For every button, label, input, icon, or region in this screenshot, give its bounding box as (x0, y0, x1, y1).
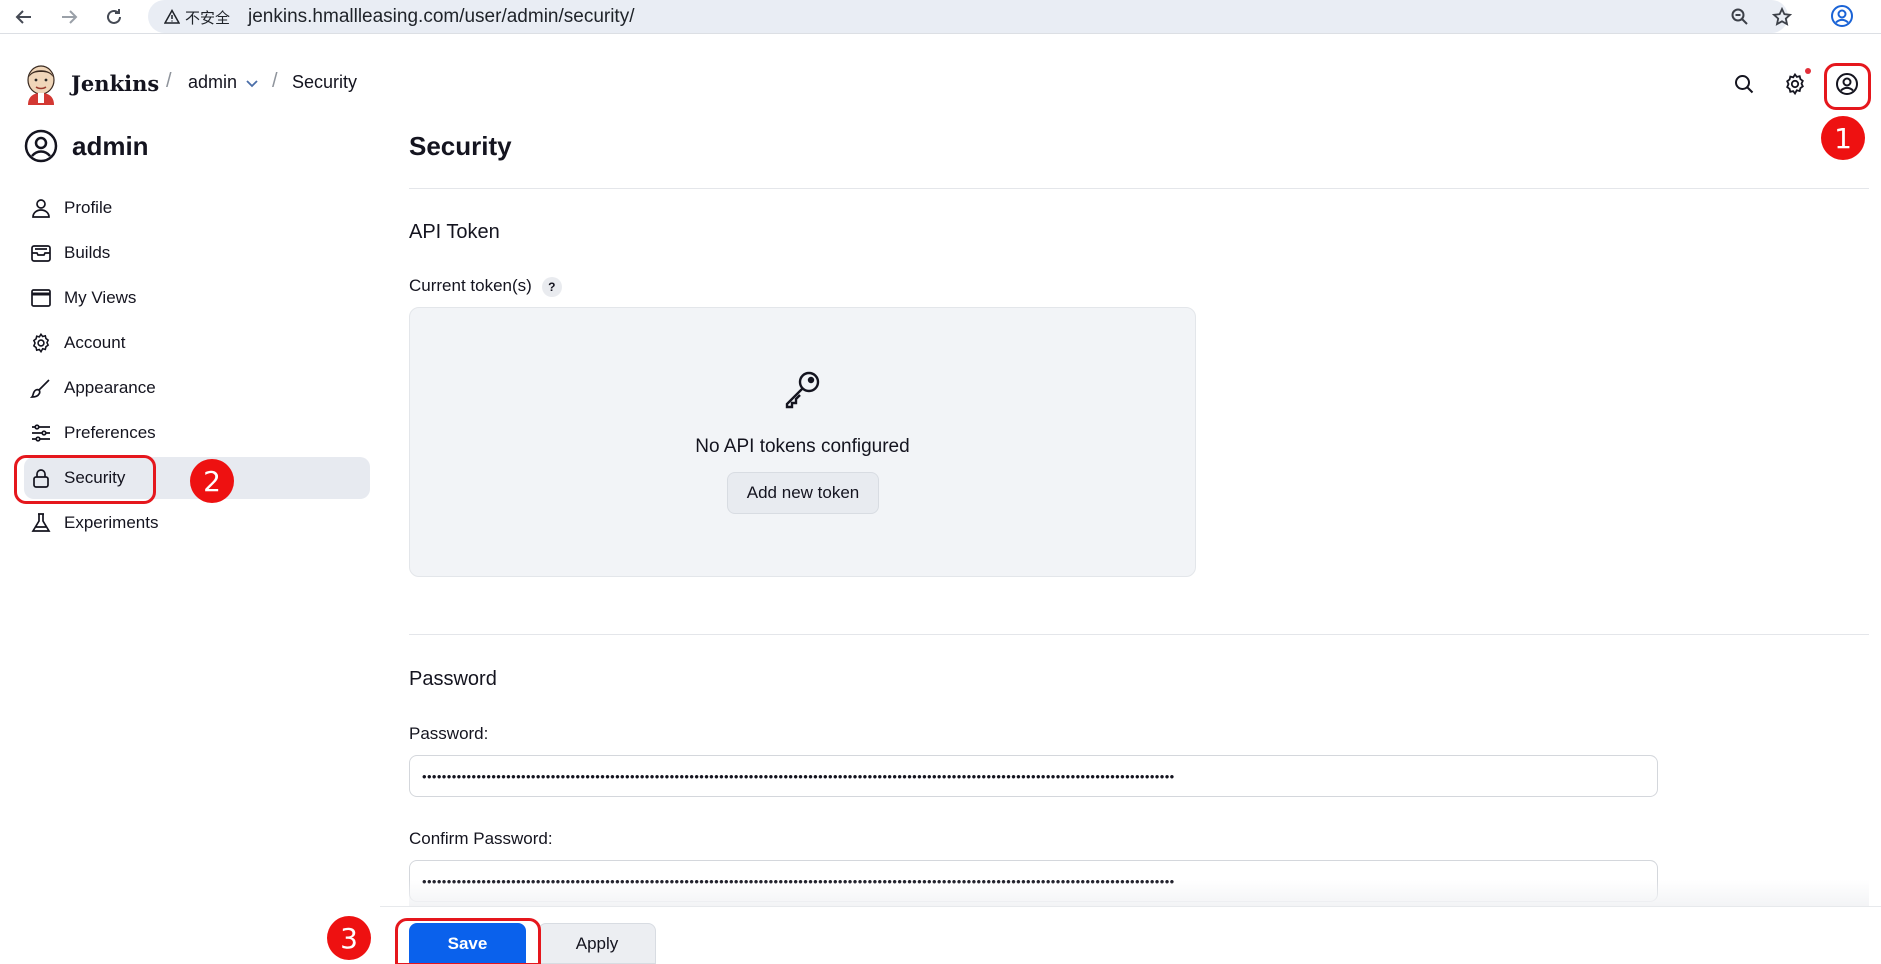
key-icon (785, 371, 820, 409)
sidebar-title: admin (24, 129, 149, 163)
annotation-badge-3: 3 (327, 916, 371, 960)
sidebar-item-label: Builds (64, 243, 111, 262)
sidebar-item-appearance[interactable]: Appearance (24, 367, 370, 409)
insecure-label: 不安全 (185, 9, 231, 27)
jenkins-logo-icon[interactable] (24, 63, 58, 105)
annotation-badge-2: 2 (190, 459, 234, 503)
breadcrumb-separator: / (272, 70, 278, 92)
sidebar-item-label: Preferences (64, 423, 156, 442)
current-tokens-label: Current token(s)? (409, 276, 562, 297)
help-icon[interactable]: ? (541, 276, 562, 297)
sidebar-item-label: Account (64, 333, 126, 352)
zoom-icon[interactable] (1728, 5, 1752, 29)
annotation-highlight-3 (395, 918, 541, 964)
brush-icon (30, 379, 50, 398)
confirm-password-label: Confirm Password: (409, 829, 553, 848)
sidebar-item-profile[interactable]: Profile (24, 187, 370, 229)
flask-icon (31, 513, 51, 532)
bottom-shadow (409, 880, 1869, 906)
section-title-password: Password (409, 668, 497, 690)
divider (409, 188, 1869, 189)
annotation-highlight-1 (1824, 63, 1871, 110)
back-icon[interactable] (10, 3, 38, 31)
avatar-icon (24, 129, 58, 163)
sidebar-item-preferences[interactable]: Preferences (24, 412, 370, 454)
reload-icon[interactable] (100, 3, 128, 31)
sidebar-item-builds[interactable]: Builds (24, 232, 370, 274)
apply-button[interactable]: Apply (538, 923, 656, 964)
url-text[interactable]: jenkins.hmallleasing.com/user/admin/secu… (248, 6, 635, 28)
token-empty-state: No API tokens configured Add new token (409, 307, 1196, 577)
sidebar-item-account[interactable]: Account (24, 322, 370, 364)
breadcrumb-admin[interactable]: admin (188, 72, 237, 93)
builds-icon (31, 245, 51, 262)
sidebar-item-experiments[interactable]: Experiments (24, 502, 370, 544)
sidebar-item-my-views[interactable]: My Views (24, 277, 370, 319)
password-label: Password: (409, 724, 489, 743)
notification-dot (1805, 68, 1811, 74)
search-icon[interactable] (1730, 70, 1758, 98)
gear-icon[interactable] (1781, 70, 1809, 98)
sidebar-username: admin (72, 130, 149, 161)
gear-icon (32, 332, 50, 354)
person-icon (32, 199, 50, 218)
sidebar-item-label: My Views (64, 288, 137, 307)
no-tokens-text: No API tokens configured (695, 436, 910, 457)
warning-icon (164, 9, 180, 24)
section-title-api-token: API Token (409, 221, 500, 243)
bookmark-star-icon[interactable] (1770, 5, 1794, 29)
sidebar-item-label: Experiments (64, 513, 159, 532)
sidebar-item-label: Appearance (64, 378, 156, 397)
browser-toolbar: 不安全 jenkins.hmallleasing.com/user/admin/… (0, 0, 1881, 34)
brand-name[interactable]: Jenkins (71, 71, 159, 96)
window-icon (31, 289, 51, 307)
annotation-badge-1: 1 (1821, 116, 1865, 160)
chevron-down-icon[interactable] (244, 75, 260, 91)
current-tokens-text: Current token(s) (409, 276, 532, 295)
forward-icon[interactable] (55, 3, 83, 31)
address-bar[interactable]: 不安全 jenkins.hmallleasing.com/user/admin/… (148, 0, 1792, 33)
sliders-icon (32, 424, 50, 442)
add-new-token-button[interactable]: Add new token (727, 472, 879, 514)
breadcrumb-separator: / (166, 70, 172, 92)
page-title: Security (409, 131, 512, 161)
annotation-highlight-2 (14, 455, 156, 504)
divider (409, 634, 1869, 635)
breadcrumb-security[interactable]: Security (292, 72, 357, 93)
security-indicator[interactable]: 不安全 (158, 6, 236, 28)
browser-profile-icon[interactable] (1830, 4, 1856, 30)
password-input[interactable]: ••••••••••••••••••••••••••••••••••••••••… (409, 755, 1658, 797)
sidebar-item-label: Profile (64, 198, 113, 217)
app-header: Jenkins / admin / Security (0, 46, 1881, 118)
